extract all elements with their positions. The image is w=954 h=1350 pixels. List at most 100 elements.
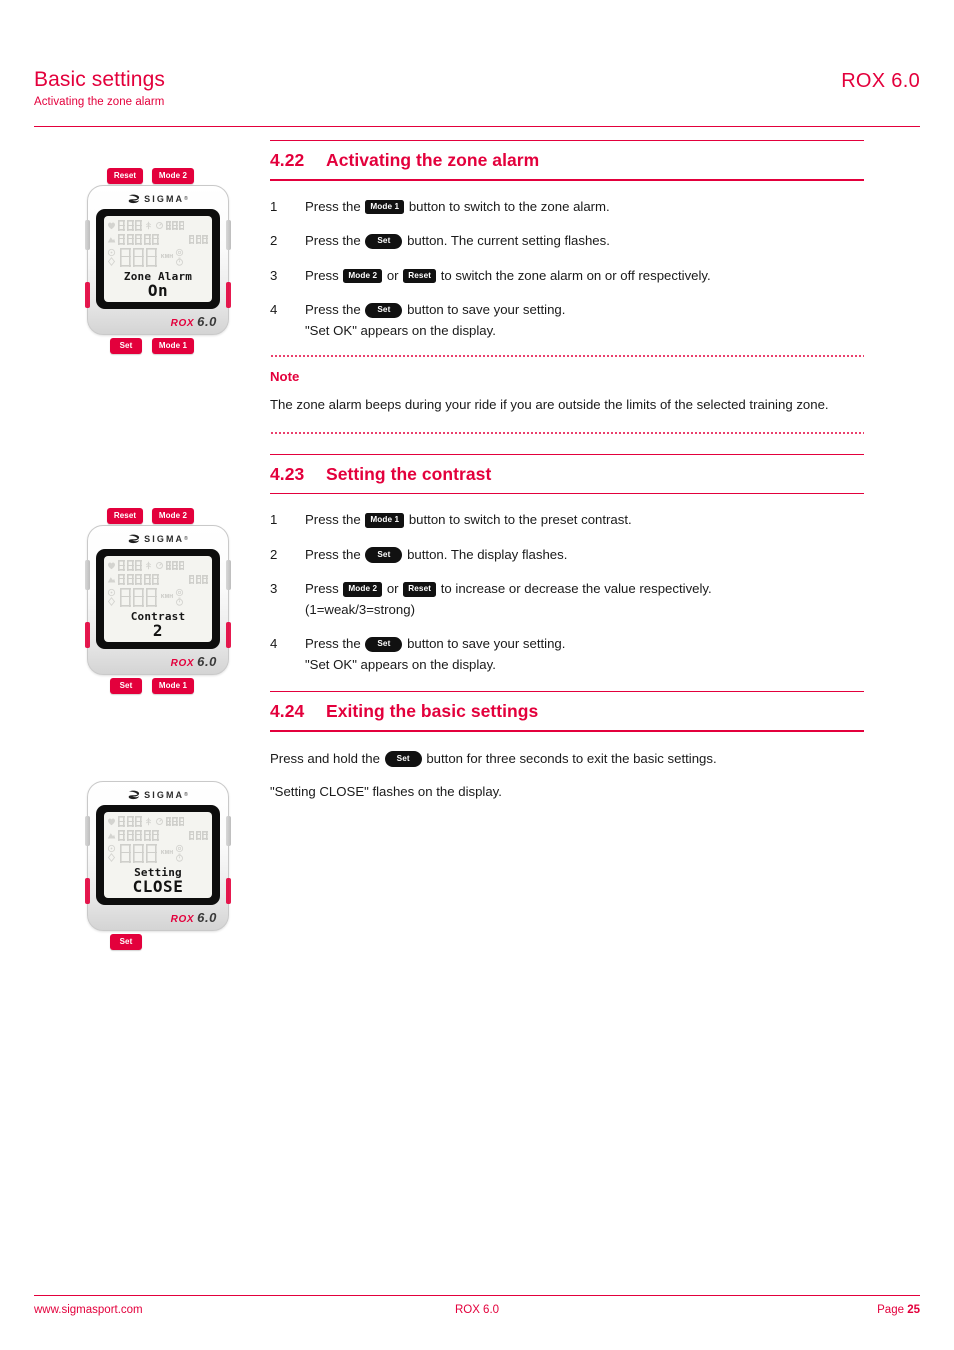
step-number: 4	[270, 302, 278, 318]
lcd-unit-label: KMH	[161, 594, 174, 600]
page-footer: www.sigmasport.com ROX 6.0 Page 25	[34, 1304, 920, 1322]
exit-display-paragraph: "Setting CLOSE" flashes on the display.	[270, 784, 502, 800]
header-product-name: ROX 6.0	[841, 70, 920, 92]
section-rule-bottom	[270, 492, 864, 495]
altitude-icon	[107, 576, 116, 582]
device-body: SIGMA ®	[85, 185, 231, 335]
sigma-logo: SIGMA ®	[88, 190, 228, 208]
section-rule-bottom	[270, 730, 864, 732]
model-version: 6.0	[197, 910, 217, 925]
device-lcd-screen: KMH Contrast 2	[104, 556, 212, 642]
step-text: Press the Set button. The current settin…	[305, 231, 864, 251]
leaf-icon	[145, 221, 151, 230]
sigma-swoosh-icon	[128, 534, 140, 544]
device-bottom-keys: Set Mode 1	[82, 678, 232, 694]
step-text-post: to increase or decrease the value respec…	[437, 581, 712, 597]
device-top-keys: Reset Mode 2	[82, 508, 232, 524]
device-model-label: ROX 6.0	[171, 314, 217, 329]
lcd-ghost-segments: KMH	[104, 216, 212, 271]
step-number: 1	[270, 512, 278, 528]
model-name: ROX	[170, 318, 195, 329]
step-number: 3	[270, 267, 278, 283]
key-chip-reset: Reset	[403, 582, 437, 597]
key-chip-set: Set	[384, 751, 422, 767]
leaf-icon	[145, 817, 151, 826]
step-text: Press the Set button to save your settin…	[305, 634, 864, 675]
step-text-post: button. The display flashes.	[403, 546, 568, 562]
sigma-swoosh-icon	[128, 194, 140, 204]
device-side-tab-right	[226, 816, 231, 846]
key-chip-reset: Reset	[403, 268, 437, 284]
altitude-icon	[107, 832, 116, 838]
step-text-pre: Press the	[305, 302, 365, 318]
step-item: 2 Press the Set button. The display flas…	[270, 545, 864, 565]
key-chip-set: Set	[365, 233, 403, 250]
diamond-icon	[107, 597, 116, 606]
sigma-logo: SIGMA ®	[88, 530, 228, 548]
step-text: Press the Set button. The display flashe…	[305, 545, 864, 565]
key-chip-set: Set	[365, 302, 403, 318]
lcd-ghost-segments: KMH	[104, 812, 212, 867]
footer-product-name: ROX 6.0	[454, 1304, 500, 1316]
target-icon	[176, 248, 184, 257]
registered-mark-icon: ®	[184, 536, 188, 542]
step-text-pre: Press the	[305, 546, 365, 562]
key-chip-mode2: Mode 2	[343, 268, 383, 284]
device-side-accent-right	[226, 622, 231, 648]
page-subtitle: Activating the zone alarm	[34, 96, 165, 109]
step-text-post: button to save your setting.	[403, 636, 566, 652]
keycap-set: Set	[110, 678, 142, 694]
section-number: 4.22	[270, 150, 305, 171]
step-text-mid: or	[383, 581, 403, 597]
page-title: Basic settings	[34, 68, 165, 91]
page-label: Page	[877, 1304, 904, 1316]
keycap-mode2: Mode 2	[152, 508, 194, 524]
note-block: Note The zone alarm beeps during your ri…	[270, 355, 864, 434]
device-side-tab-right	[226, 220, 231, 250]
page-header: Basic settings Activating the zone alarm…	[34, 68, 920, 108]
section-title: Setting the contrast	[326, 463, 492, 484]
note-text: The zone alarm beeps during your ride if…	[270, 397, 829, 413]
sigma-swoosh-icon	[128, 790, 140, 800]
step-number: 2	[270, 546, 278, 562]
key-chip-mode1: Mode 1	[365, 513, 405, 528]
step-list: 1 Press the Mode 1 button to switch to t…	[270, 510, 864, 675]
section-title: Activating the zone alarm	[326, 150, 540, 171]
diamond-icon	[107, 853, 116, 862]
section-rule-bottom	[270, 179, 864, 181]
wheel-icon	[107, 844, 116, 853]
key-chip-mode2: Mode 2	[343, 582, 383, 597]
page-value: 25	[907, 1304, 920, 1316]
step-text: Press the Set button to save your settin…	[305, 300, 864, 341]
keycap-mode1: Mode 1	[152, 338, 194, 354]
device-side-accent-left	[85, 878, 90, 904]
model-version: 6.0	[197, 314, 217, 329]
section-heading: 4.23 Setting the contrast	[270, 455, 864, 493]
section-heading: 4.22 Activating the zone alarm	[270, 141, 864, 179]
device-bottom-keys: Set Mode 1	[82, 338, 232, 354]
step-number: 1	[270, 198, 278, 214]
stopwatch-icon	[176, 853, 184, 862]
step-text-post: button to switch to the preset contrast.	[405, 512, 632, 528]
section-title: Exiting the basic settings	[326, 701, 539, 722]
step-text-pre: Press	[305, 581, 343, 597]
registered-mark-icon: ®	[184, 792, 188, 798]
device-illustration-zone-alarm: Reset Mode 2 SIGMA ® KMH Zone Alarm On R…	[82, 168, 232, 354]
step-text-post: button to switch to the zone alarm.	[405, 198, 610, 214]
leaf-icon	[145, 561, 151, 570]
footer-divider	[34, 1295, 920, 1297]
step-number: 2	[270, 233, 278, 249]
cadence-icon	[155, 818, 163, 825]
section-heading: 4.24 Exiting the basic settings	[270, 692, 864, 730]
note-title: Note	[270, 369, 300, 385]
heart-icon	[107, 818, 116, 826]
device-side-tab-left	[85, 560, 90, 590]
device-body: SIGMA ®	[85, 781, 231, 931]
device-illustration-setting-close: SIGMA ® KMH Setting CLOSE ROX 6.0 Set	[82, 778, 232, 950]
paragraph-pre: Press and hold the	[270, 750, 384, 766]
keycap-reset: Reset	[107, 508, 143, 524]
altitude-icon	[107, 236, 116, 242]
device-side-accent-right	[226, 282, 231, 308]
step-text-pre: Press the	[305, 636, 365, 652]
sigma-logo: SIGMA ®	[88, 786, 228, 804]
